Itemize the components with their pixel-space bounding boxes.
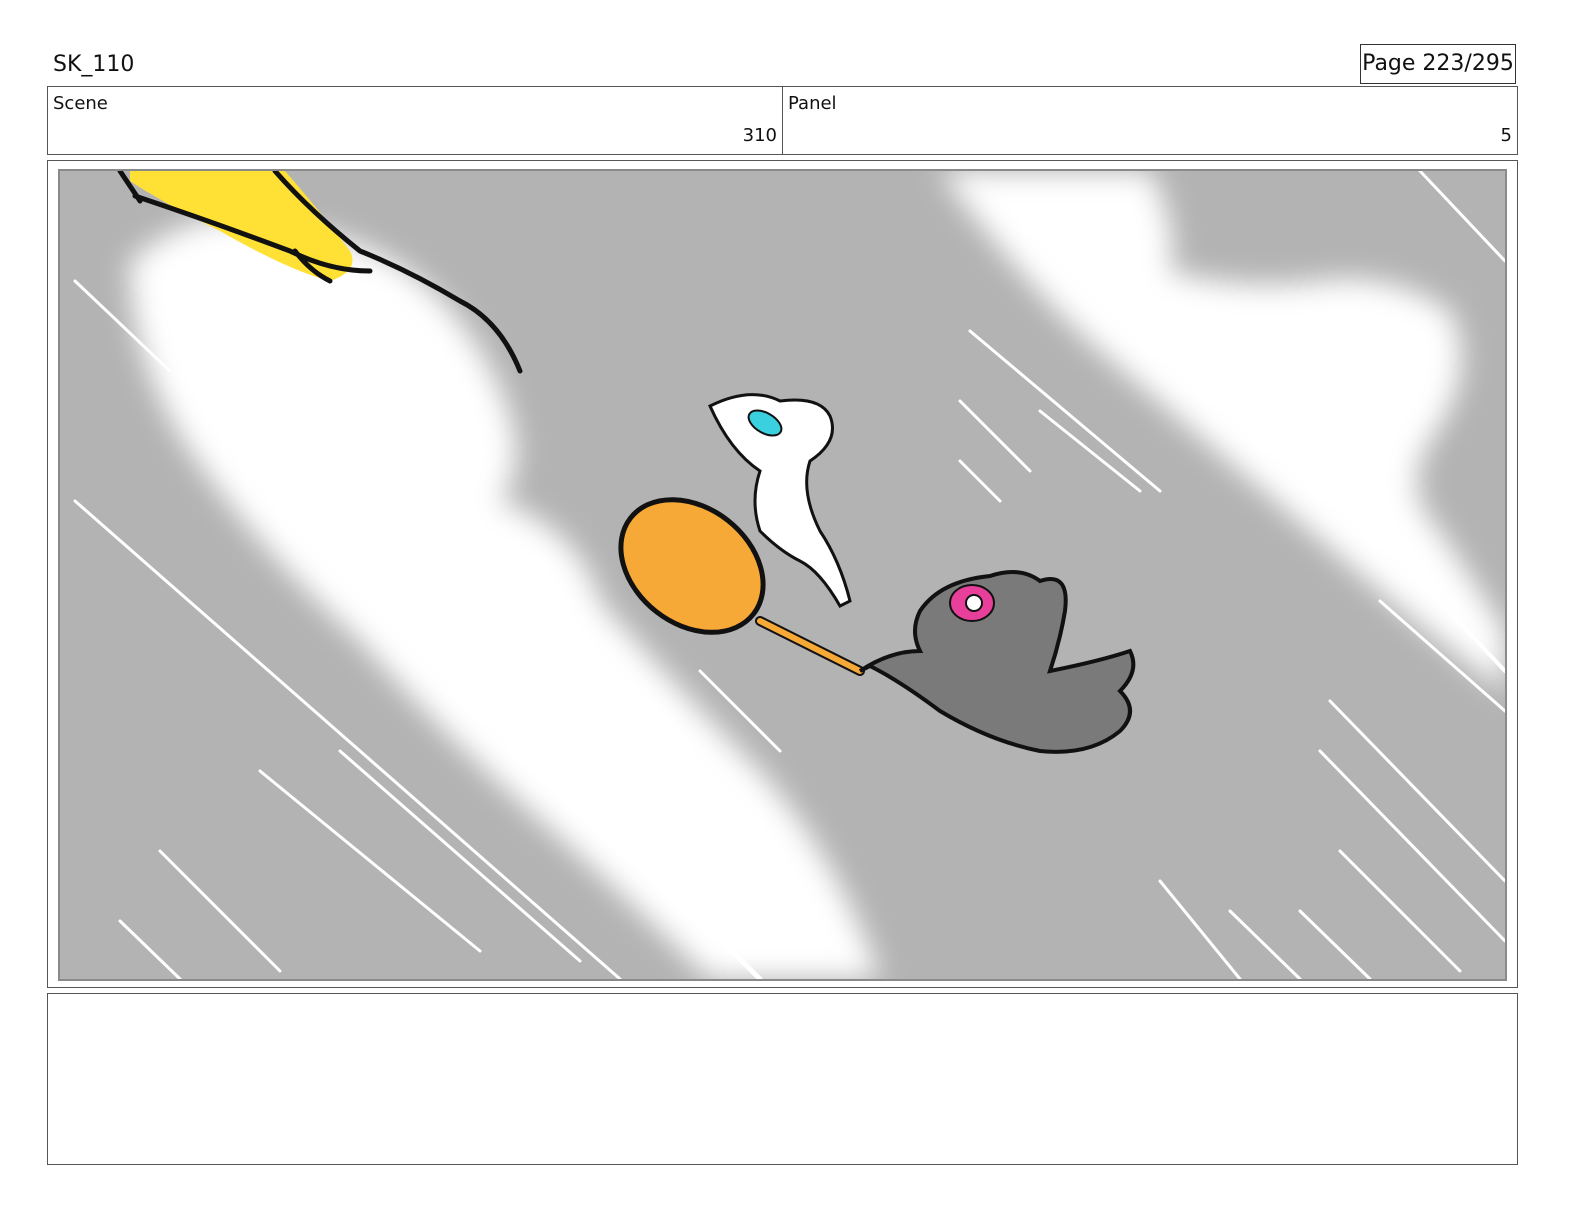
storyboard-frame <box>47 160 1518 988</box>
scene-cell: Scene 310 <box>48 87 783 154</box>
page-counter: Page 223/295 <box>1360 44 1516 84</box>
notes-box <box>47 993 1518 1165</box>
panel-cell: Panel 5 <box>783 87 1517 154</box>
sketch-illustration <box>60 171 1505 979</box>
scene-number: 310 <box>742 125 777 146</box>
panel-number: 5 <box>1500 125 1512 146</box>
scene-label: Scene <box>53 93 108 114</box>
scene-panel-info: Scene 310 Panel 5 <box>47 86 1518 155</box>
storyboard-drawing <box>58 169 1507 981</box>
panel-label: Panel <box>788 93 837 114</box>
storyboard-title: SK_110 <box>53 52 135 77</box>
